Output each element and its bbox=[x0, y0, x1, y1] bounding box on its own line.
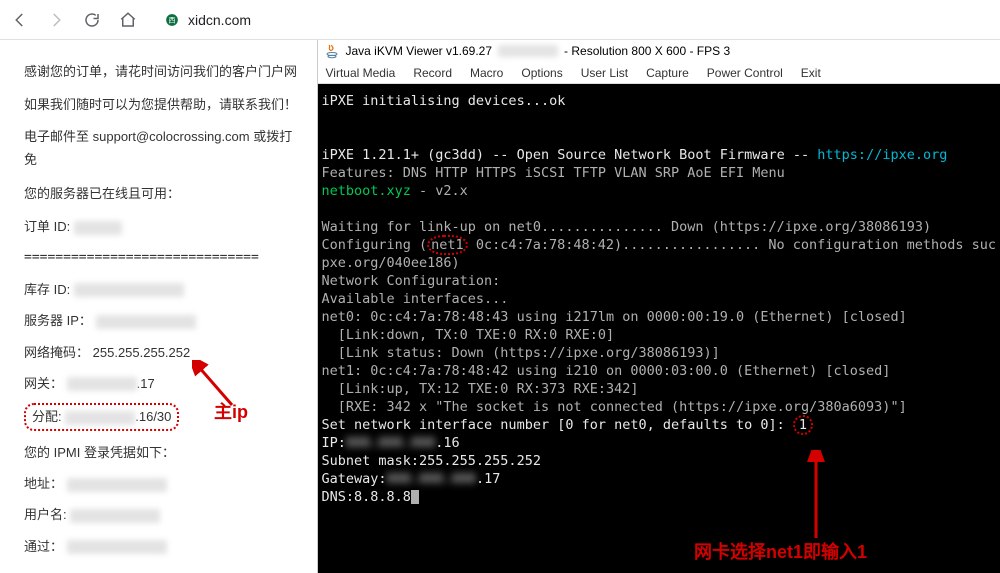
kvm-window: Java iKVM Viewer v1.69.27 - Resolution 8… bbox=[317, 40, 1000, 573]
server-ip-label: 服务器 IP： bbox=[24, 313, 92, 328]
address-bar[interactable]: 西 xidcn.com bbox=[164, 12, 251, 28]
order-id-label: 订单 ID: bbox=[24, 219, 70, 234]
ipmi-user-label: 用户名: bbox=[24, 507, 67, 522]
java-icon bbox=[324, 43, 340, 59]
reload-button[interactable] bbox=[80, 8, 104, 32]
svg-text:西: 西 bbox=[169, 16, 176, 24]
browser-toolbar: 西 xidcn.com bbox=[0, 0, 1000, 40]
home-button[interactable] bbox=[116, 8, 140, 32]
site-lock-icon: 西 bbox=[164, 12, 180, 28]
net1-highlight: net1 bbox=[427, 235, 468, 255]
ipmi-address-label: 地址： bbox=[24, 476, 63, 491]
back-button[interactable] bbox=[8, 8, 32, 32]
kvm-menubar: Virtual Media Record Macro Options User … bbox=[318, 62, 1000, 84]
annotation-label-main-ip: 主ip bbox=[214, 398, 248, 424]
netmask-value: 255.255.255.252 bbox=[93, 345, 191, 360]
email-content: 感谢您的订单，请花时间访问我们的客户门户网 如果我们随时可以为您提供帮助，请联系… bbox=[0, 40, 317, 573]
kvm-title-text: Java iKVM Viewer v1.69.27 bbox=[346, 44, 493, 58]
menu-capture[interactable]: Capture bbox=[646, 66, 689, 80]
allocation-row-highlight: 分配: .16/30 bbox=[24, 403, 179, 430]
netmask-label: 网络掩码： bbox=[24, 345, 89, 360]
allocation-value: .16/30 bbox=[135, 409, 171, 424]
stock-id-label: 库存 ID: bbox=[24, 282, 70, 297]
terminal-cursor bbox=[411, 490, 419, 504]
gateway-label: 网关： bbox=[24, 376, 63, 391]
kvm-titlebar: Java iKVM Viewer v1.69.27 - Resolution 8… bbox=[318, 40, 1000, 62]
support-email: support@colocrossing.com bbox=[93, 129, 250, 144]
menu-user-list[interactable]: User List bbox=[581, 66, 628, 80]
menu-macro[interactable]: Macro bbox=[470, 66, 503, 80]
menu-options[interactable]: Options bbox=[521, 66, 562, 80]
input-1-highlight: 1 bbox=[793, 415, 813, 435]
url-text: xidcn.com bbox=[188, 12, 251, 28]
forward-button[interactable] bbox=[44, 8, 68, 32]
menu-exit[interactable]: Exit bbox=[801, 66, 821, 80]
menu-power-control[interactable]: Power Control bbox=[707, 66, 783, 80]
annotation-label-net1: 网卡选择net1即输入1 bbox=[694, 538, 867, 564]
menu-virtual-media[interactable]: Virtual Media bbox=[326, 66, 396, 80]
menu-record[interactable]: Record bbox=[413, 66, 452, 80]
ipmi-pass-label: 通过： bbox=[24, 539, 63, 554]
terminal-output[interactable]: iPXE initialising devices...ok iPXE 1.21… bbox=[318, 84, 1000, 573]
ipmi-header: 您的 IPMI 登录凭据如下： bbox=[24, 441, 299, 464]
allocation-label: 分配: bbox=[32, 409, 62, 424]
greeting-line: 感谢您的订单，请花时间访问我们的客户门户网 bbox=[24, 60, 299, 83]
divider: ============================== bbox=[24, 246, 299, 269]
